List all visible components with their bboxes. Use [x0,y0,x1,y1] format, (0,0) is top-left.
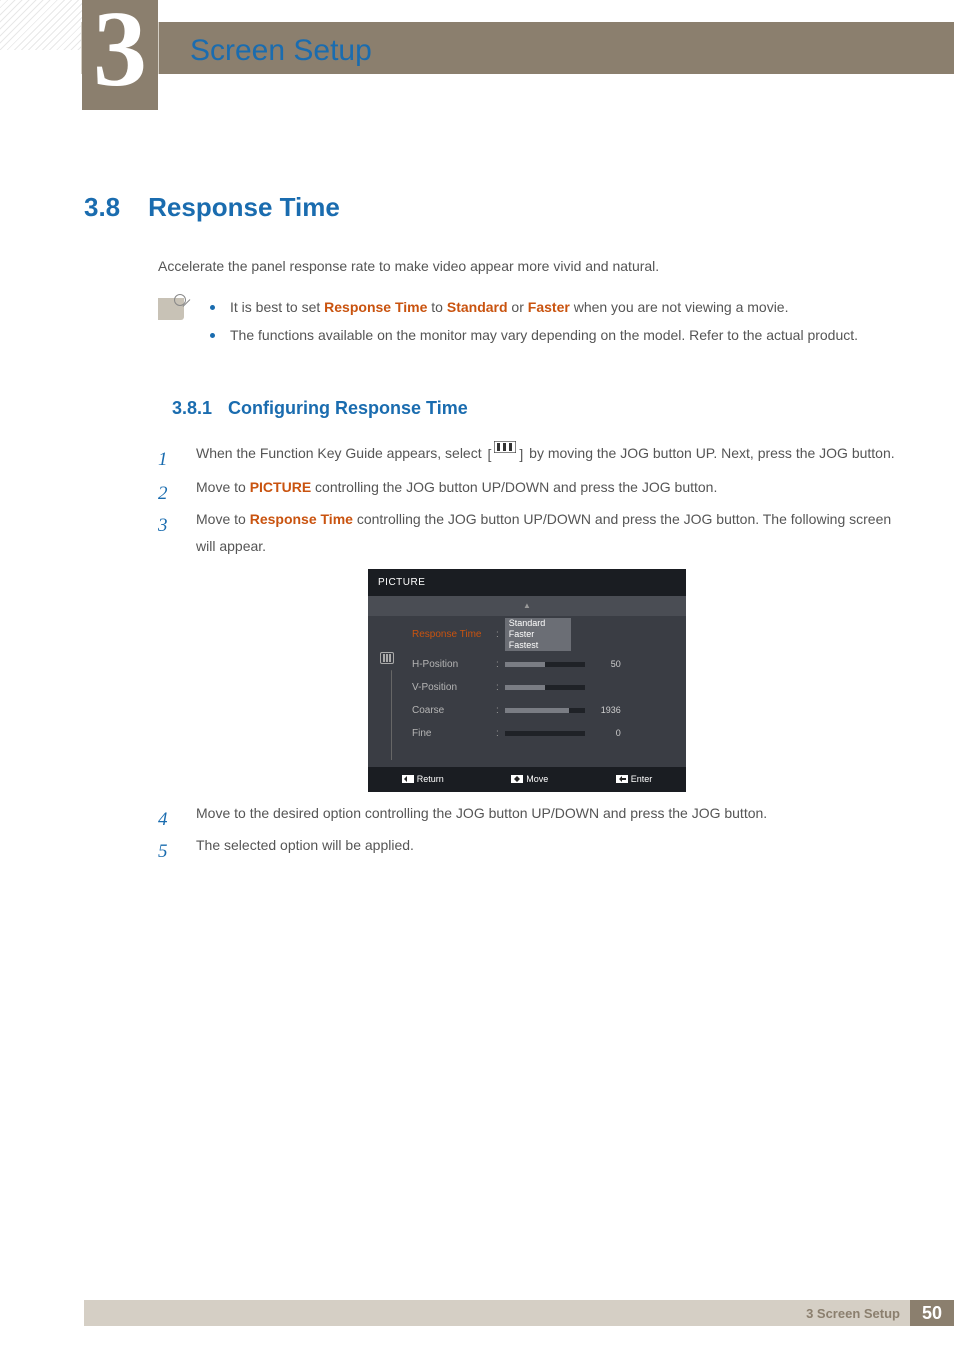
osd-menu-row: V-Position : [406,676,686,699]
osd-value: 0 [591,725,621,742]
page-number-badge: 50 [910,1300,954,1326]
osd-side-column [368,616,406,767]
osd-value: 1936 [591,702,621,719]
note-list: It is best to set Response Time to Stand… [204,296,858,353]
highlight-standard: Standard [447,299,508,315]
osd-value: 50 [591,656,621,673]
osd-label: Coarse [412,701,490,720]
osd-move-hint: Move [511,771,548,788]
highlight-response-time: Response Time [250,511,353,527]
osd-menu-row: Fine : 0 [406,722,686,745]
osd-enter-hint: Enter [616,771,653,788]
osd-slider [505,708,585,713]
notes-block: It is best to set Response Time to Stand… [158,296,898,353]
subsection-heading: 3.8.1 Configuring Response Time [172,398,468,419]
chapter-title: Screen Setup [190,34,372,68]
note-item: The functions available on the monitor m… [204,324,858,346]
osd-screenshot: PICTURE ▲ Response Time : Standard F [368,569,898,791]
highlight-faster: Faster [528,299,570,315]
note-icon [158,298,184,320]
osd-up-arrow-icon: ▲ [368,596,686,615]
osd-slider [505,685,585,690]
chapter-badge: 3 [82,0,158,110]
osd-menu-row: Response Time : Standard Faster Fastest [406,616,686,653]
osd-footer: Return Move Enter [368,767,686,792]
osd-option: Fastest [505,640,571,651]
steps-list: When the Function Key Guide appears, sel… [158,440,898,865]
step-item: When the Function Key Guide appears, sel… [158,440,898,468]
osd-dropdown: Standard Faster Fastest [505,618,571,651]
osd-return-hint: Return [402,771,444,788]
highlight-response-time: Response Time [324,299,427,315]
section-number: 3.8 [84,192,120,223]
step-item: The selected option will be applied. [158,832,898,859]
highlight-picture: PICTURE [250,479,311,495]
subsection-title: Configuring Response Time [228,398,468,419]
osd-label: H-Position [412,655,490,674]
step-item: Move to the desired option controlling t… [158,800,898,827]
corner-hatching [0,0,82,50]
osd-title: PICTURE [368,569,686,596]
section-title: Response Time [148,192,340,223]
subsection-number: 3.8.1 [172,398,212,419]
osd-menu-row: H-Position : 50 [406,653,686,676]
footer-chapter-label: 3 Screen Setup [806,1306,910,1321]
footer-bar: 3 Screen Setup 50 [84,1300,954,1326]
osd-slider [505,731,585,736]
note-item: It is best to set Response Time to Stand… [204,296,858,318]
osd-menu-row: Coarse : 1936 [406,699,686,722]
osd-label: Fine [412,724,490,743]
osd-picture-icon [380,652,394,664]
intro-paragraph: Accelerate the panel response rate to ma… [158,258,878,274]
osd-label: Response Time [412,625,490,644]
section-heading: 3.8 Response Time [84,192,340,223]
osd-label: V-Position [412,678,490,697]
osd-slider [505,662,585,667]
chapter-number: 3 [93,1,147,98]
step-item: Move to Response Time controlling the JO… [158,506,898,791]
menu-icon [488,441,524,468]
step-item: Move to PICTURE controlling the JOG butt… [158,474,898,501]
